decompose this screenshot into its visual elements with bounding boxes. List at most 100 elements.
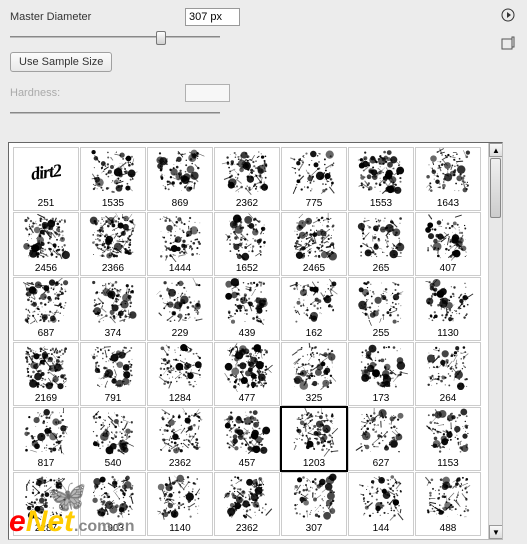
brush-size-label: 2362 [148, 457, 212, 471]
brush-preset[interactable]: 407 [415, 212, 481, 276]
brush-thumbnail [349, 408, 413, 457]
brush-preset[interactable]: dirt2251 [13, 147, 79, 211]
brush-preset[interactable]: 229 [147, 277, 213, 341]
brush-preset[interactable]: 1652 [214, 212, 280, 276]
brush-preset[interactable]: 2366 [80, 212, 146, 276]
brush-thumbnail [282, 148, 346, 197]
brush-preset[interactable]: 265 [348, 212, 414, 276]
brush-preset[interactable]: 2169 [13, 342, 79, 406]
brush-size-label: 251 [14, 197, 78, 211]
brush-preset[interactable]: 488 [415, 472, 481, 536]
brush-preset[interactable]: 1444 [147, 212, 213, 276]
brush-size-label: 1284 [148, 392, 212, 406]
brush-preset[interactable]: 477 [214, 342, 280, 406]
brush-preset[interactable]: 2362 [214, 147, 280, 211]
brush-thumbnail [14, 343, 78, 392]
brush-thumbnail [148, 473, 212, 522]
brush-preset[interactable]: 1203 [281, 407, 347, 471]
brush-size-label: 869 [148, 197, 212, 211]
brush-size-label: 627 [349, 457, 413, 471]
brush-preset[interactable]: 2465 [281, 212, 347, 276]
brush-preset[interactable]: 1130 [415, 277, 481, 341]
brush-size-label: 307 [282, 522, 346, 536]
brush-preset[interactable]: 144 [348, 472, 414, 536]
brush-preset[interactable]: 2362 [147, 407, 213, 471]
slider-thumb[interactable] [156, 31, 166, 45]
brush-thumbnail [416, 148, 480, 197]
brush-thumbnail [282, 343, 346, 392]
brush-size-label: 439 [215, 327, 279, 341]
brush-preset[interactable]: 2362 [214, 472, 280, 536]
brush-thumbnail [81, 473, 145, 522]
brush-preset[interactable]: 173 [348, 342, 414, 406]
brush-preset[interactable]: 307 [281, 472, 347, 536]
brush-preset[interactable]: 540 [80, 407, 146, 471]
brush-thumbnail [148, 278, 212, 327]
brush-preset[interactable]: 1643 [415, 147, 481, 211]
brush-preset[interactable]: 439 [214, 277, 280, 341]
brush-size-label: 2465 [282, 262, 346, 276]
brush-thumbnail [416, 343, 480, 392]
brush-preset[interactable]: 1553 [348, 147, 414, 211]
master-diameter-input[interactable] [185, 8, 240, 26]
brush-thumbnail [148, 408, 212, 457]
new-preset-icon[interactable] [501, 36, 515, 50]
scroll-down-icon[interactable]: ▼ [489, 525, 503, 539]
brush-thumbnail [416, 213, 480, 262]
hardness-slider [10, 106, 220, 120]
brush-thumbnail [215, 343, 279, 392]
brush-size-label: 775 [282, 197, 346, 211]
hardness-label: Hardness: [10, 87, 185, 99]
brush-preset[interactable]: 1284 [147, 342, 213, 406]
brush-size-label: 2287 [14, 522, 78, 536]
brush-thumbnail [215, 408, 279, 457]
scroll-up-icon[interactable]: ▲ [489, 143, 503, 157]
brush-thumbnail [81, 408, 145, 457]
brush-size-label: 540 [81, 457, 145, 471]
brush-preset[interactable]: 627 [348, 407, 414, 471]
brush-size-label: 1153 [416, 457, 480, 471]
brush-preset[interactable]: 255 [348, 277, 414, 341]
master-diameter-slider[interactable] [10, 30, 220, 44]
brush-preset[interactable]: 1903 [80, 472, 146, 536]
brush-thumbnail [215, 148, 279, 197]
brush-thumbnail [215, 213, 279, 262]
brush-size-label: 2169 [14, 392, 78, 406]
brush-preset[interactable]: 2287 [13, 472, 79, 536]
brush-size-label: 1444 [148, 262, 212, 276]
brush-preset[interactable]: 687 [13, 277, 79, 341]
brush-size-label: 1130 [416, 327, 480, 341]
brush-preset[interactable]: 1153 [415, 407, 481, 471]
brush-size-label: 229 [148, 327, 212, 341]
brush-preset[interactable]: 817 [13, 407, 79, 471]
brush-thumbnail [416, 473, 480, 522]
brush-preset[interactable]: 2456 [13, 212, 79, 276]
brush-size-label: 144 [349, 522, 413, 536]
brush-thumbnail [148, 213, 212, 262]
use-sample-size-button[interactable]: Use Sample Size [10, 52, 112, 72]
brush-size-label: 374 [81, 327, 145, 341]
brush-preset[interactable]: 1535 [80, 147, 146, 211]
brush-preset[interactable]: 791 [80, 342, 146, 406]
scrollbar[interactable]: ▲ ▼ [488, 143, 502, 539]
brush-thumbnail [282, 408, 346, 457]
brush-preset[interactable]: 1140 [147, 472, 213, 536]
brush-thumbnail [416, 408, 480, 457]
brush-size-label: 687 [14, 327, 78, 341]
brush-preset[interactable]: 457 [214, 407, 280, 471]
brush-preset[interactable]: 775 [281, 147, 347, 211]
brush-preset[interactable]: 325 [281, 342, 347, 406]
brush-preset[interactable]: 374 [80, 277, 146, 341]
brush-preset[interactable]: 264 [415, 342, 481, 406]
brush-thumbnail [349, 473, 413, 522]
brush-thumbnail [14, 278, 78, 327]
brush-thumbnail [14, 213, 78, 262]
scroll-thumb[interactable] [490, 158, 501, 218]
brush-thumbnail [148, 343, 212, 392]
hardness-swatch [185, 84, 230, 102]
brush-size-label: 265 [349, 262, 413, 276]
brush-preset[interactable]: 162 [281, 277, 347, 341]
brush-preset[interactable]: 869 [147, 147, 213, 211]
brush-size-label: 1903 [81, 522, 145, 536]
brush-size-label: 477 [215, 392, 279, 406]
